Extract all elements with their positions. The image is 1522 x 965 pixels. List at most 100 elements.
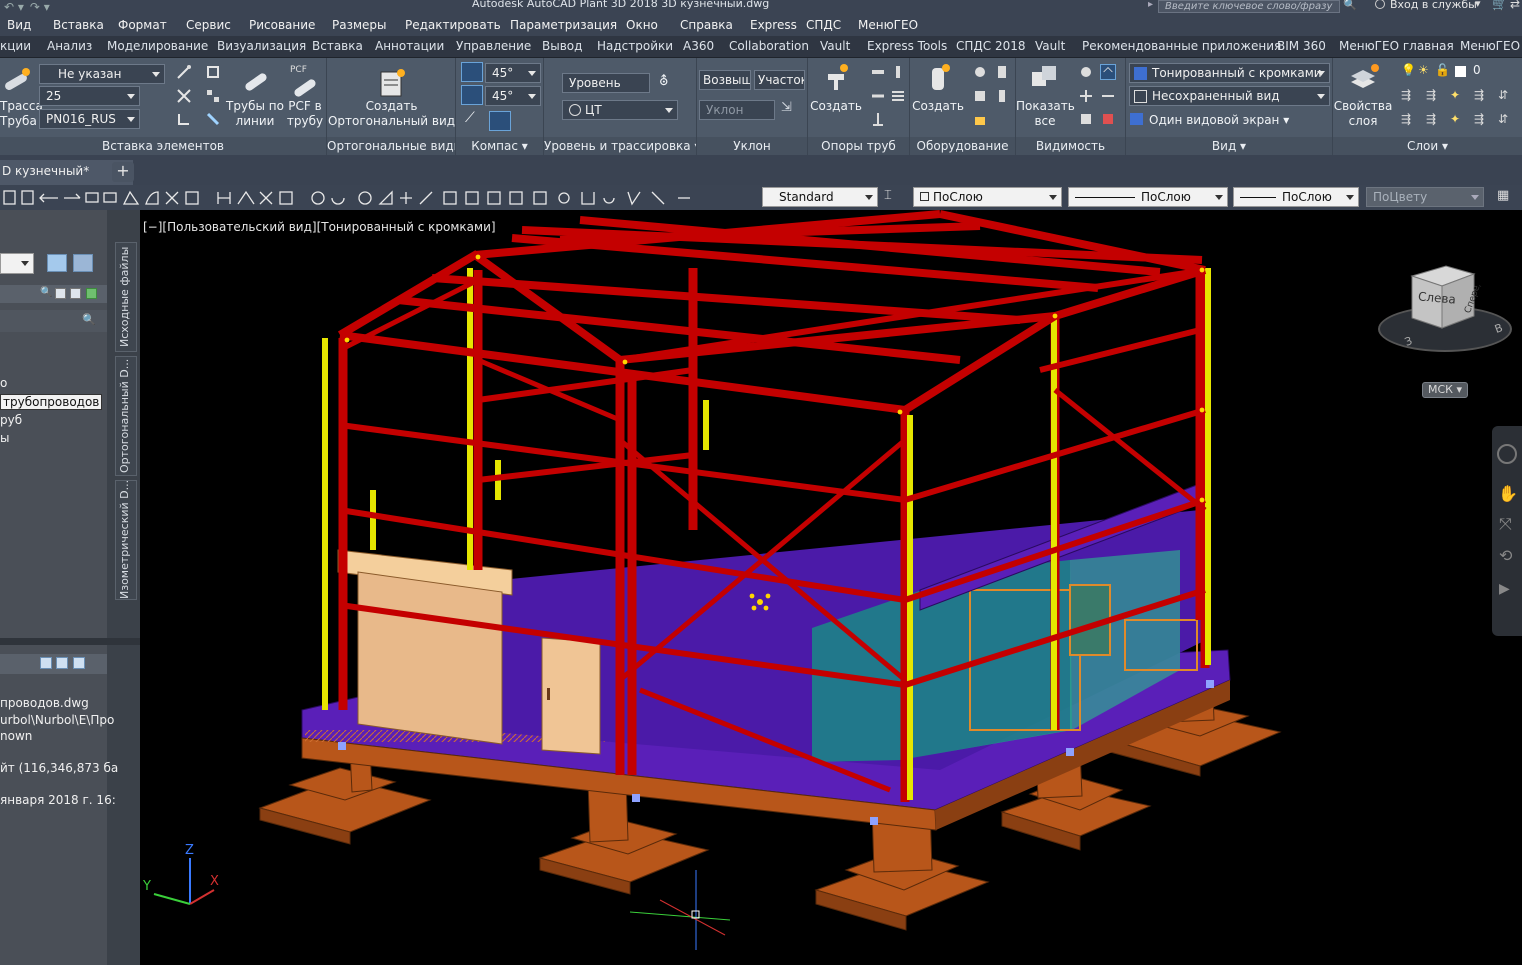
viewport-config-button[interactable]: Один видовой экран ▾ xyxy=(1130,113,1289,128)
orbit-icon[interactable]: ⟲ xyxy=(1499,546,1512,565)
menu-parametric[interactable]: Параметризация xyxy=(510,18,617,32)
angle2-combo[interactable]: 45° xyxy=(485,86,541,106)
support-edit-icon[interactable] xyxy=(870,64,886,80)
hide-icon[interactable] xyxy=(1100,64,1116,80)
pipe-tool-icon[interactable] xyxy=(176,88,192,104)
details-icon[interactable] xyxy=(40,657,52,669)
tab-visualization[interactable]: Визуализация xyxy=(217,39,306,53)
vtab-ortho-dwg[interactable]: Ортогональный D... xyxy=(115,356,137,476)
isolate-icon[interactable] xyxy=(1078,64,1094,80)
pipes-by-line-label[interactable]: Трубы по линии xyxy=(226,99,284,129)
layer-tool-5-icon[interactable]: ⇵ xyxy=(1498,88,1508,103)
create-ortho-view-button[interactable]: Создать Ортогональный вид xyxy=(327,99,456,129)
refresh-icon[interactable] xyxy=(86,288,97,299)
model-viewport[interactable]: [−][Пользовательский вид][Тонированный с… xyxy=(140,210,1522,965)
fitting-icon[interactable] xyxy=(205,64,221,80)
visibility-settings-icon[interactable] xyxy=(1100,88,1116,104)
menu-dimensions[interactable]: Размеры xyxy=(332,18,387,32)
layer-properties-button[interactable]: Свойства слоя xyxy=(1333,99,1393,129)
new-tab-button[interactable]: + xyxy=(112,162,134,182)
panel-level-title[interactable]: Уровень и трассировка ▾ xyxy=(544,137,696,155)
tab-output[interactable]: Вывод xyxy=(542,39,582,53)
toolbar-icons[interactable] xyxy=(0,188,750,208)
size-combo[interactable]: 25 xyxy=(39,86,140,106)
show-all-icon[interactable] xyxy=(1028,62,1060,94)
tab-spds-2018[interactable]: СПДС 2018 xyxy=(956,39,1026,53)
menu-window[interactable]: Окно xyxy=(626,18,658,32)
create-equipment-button[interactable]: Создать xyxy=(910,99,966,114)
find-icon[interactable]: 🔍 xyxy=(40,287,52,298)
create-support-button[interactable]: Создать xyxy=(808,99,864,114)
section-button[interactable]: Участок xyxy=(754,70,805,90)
tab-vault[interactable]: Vault xyxy=(820,39,850,53)
sign-in-button[interactable]: Вход в службы xyxy=(1390,0,1477,11)
tree-item-pipelines[interactable]: трубопроводов xyxy=(0,394,103,410)
pcf-to-pipe-label[interactable]: PCF в трубу xyxy=(284,99,326,129)
spec-combo[interactable]: Не указан xyxy=(39,64,165,84)
menu-format[interactable]: Формат xyxy=(118,18,167,32)
menu-edit[interactable]: Редактировать xyxy=(405,18,501,32)
layer-properties-icon[interactable] xyxy=(1347,62,1379,94)
support-add-icon[interactable] xyxy=(890,64,906,80)
sun-icon[interactable]: ☀ xyxy=(1418,63,1429,78)
linetype-combo[interactable]: ПоСлою xyxy=(1068,187,1228,207)
tab-modeling[interactable]: Моделирование xyxy=(107,39,208,53)
equipment-edit-icon[interactable] xyxy=(994,64,1010,80)
pipe-support-icon[interactable] xyxy=(820,62,852,94)
tab-a360[interactable]: A360 xyxy=(683,39,714,53)
visibility-icon[interactable] xyxy=(1078,88,1094,104)
exchange-icon[interactable]: ⇄ xyxy=(1510,0,1520,11)
search-icon-2[interactable]: 🔍 xyxy=(82,313,96,326)
tab-analysis[interactable]: Анализ xyxy=(47,39,92,53)
layer-tool-7-icon[interactable]: ⇶ xyxy=(1426,112,1436,127)
tab-annotations[interactable]: Аннотации xyxy=(375,39,444,53)
pipe-route-label[interactable]: Трасса Труба xyxy=(0,99,43,129)
menu-help[interactable]: Справка xyxy=(680,18,733,32)
tab-construction[interactable]: кции xyxy=(0,39,31,53)
tree-item-0[interactable]: о xyxy=(0,376,7,390)
tab-addins[interactable]: Надстройки xyxy=(597,39,673,53)
tree-item-3[interactable]: ы xyxy=(0,431,9,445)
layer-combo[interactable]: ПоСлою xyxy=(913,187,1062,207)
show-all-button[interactable]: Показать все xyxy=(1016,99,1075,129)
menu-draw[interactable]: Рисование xyxy=(249,18,315,32)
ortho-view-icon[interactable] xyxy=(375,68,407,100)
angle2-icon[interactable] xyxy=(461,85,483,105)
vtab-source-files[interactable]: Исходные файлы xyxy=(115,242,137,352)
pipe-elbow-icon[interactable] xyxy=(176,111,192,127)
ucs-menu-button[interactable]: МСК ▾ xyxy=(1422,382,1468,398)
tab-menugeo[interactable]: МенюГЕО xyxy=(1460,39,1520,53)
panel-layers-title[interactable]: Слои ▾ xyxy=(1333,137,1522,155)
menu-spds[interactable]: СПДС xyxy=(806,18,841,32)
rise-button[interactable]: Возвыш xyxy=(699,70,751,90)
equipment-convert-icon[interactable] xyxy=(994,88,1010,104)
tab-vault-2[interactable]: Vault xyxy=(1035,39,1065,53)
thumbnail-icon[interactable] xyxy=(73,657,85,669)
angle1-combo[interactable]: 45° xyxy=(485,63,541,83)
tab-bim360[interactable]: BIM 360 xyxy=(1277,39,1326,53)
dropdown-arrow-icon[interactable]: ▾ xyxy=(1475,0,1481,10)
tab-recommended-apps[interactable]: Рекомендованные приложения xyxy=(1082,39,1281,53)
snap-icon[interactable]: ⟋ xyxy=(465,111,475,126)
slope-icon[interactable]: ⇲ xyxy=(781,100,792,115)
text-style-combo[interactable]: Standard xyxy=(762,187,878,207)
cart-icon[interactable]: 🛒 xyxy=(1492,0,1507,11)
layer-tool-4-icon[interactable]: ⇶ xyxy=(1474,88,1484,103)
steering-wheel-icon[interactable] xyxy=(1497,444,1517,464)
slope-field[interactable]: Уклон xyxy=(699,100,775,120)
redo-icon[interactable]: ↷ ▾ xyxy=(30,0,50,16)
spec2-combo[interactable]: PN016_RUS xyxy=(39,109,140,129)
equipment-icon[interactable] xyxy=(922,62,954,94)
user-icon[interactable] xyxy=(1375,0,1385,9)
layer-tool-9-icon[interactable]: ⇶ xyxy=(1474,112,1484,127)
pipe-route-icon[interactable] xyxy=(2,64,34,96)
nozzle-icon[interactable] xyxy=(972,64,988,80)
project-icon[interactable] xyxy=(47,254,67,272)
tree-item-pipes[interactable]: руб xyxy=(0,413,22,427)
elevation-icon[interactable]: ⛢ xyxy=(659,74,669,89)
hide-selected-icon[interactable] xyxy=(1078,111,1094,127)
light-bulb-icon[interactable]: 💡 xyxy=(1401,63,1416,78)
pipe-cut-icon[interactable] xyxy=(176,64,192,80)
layer-tool-8-icon[interactable]: ✦ xyxy=(1450,112,1460,127)
layer-tool-1-icon[interactable]: ⇶ xyxy=(1401,88,1411,103)
